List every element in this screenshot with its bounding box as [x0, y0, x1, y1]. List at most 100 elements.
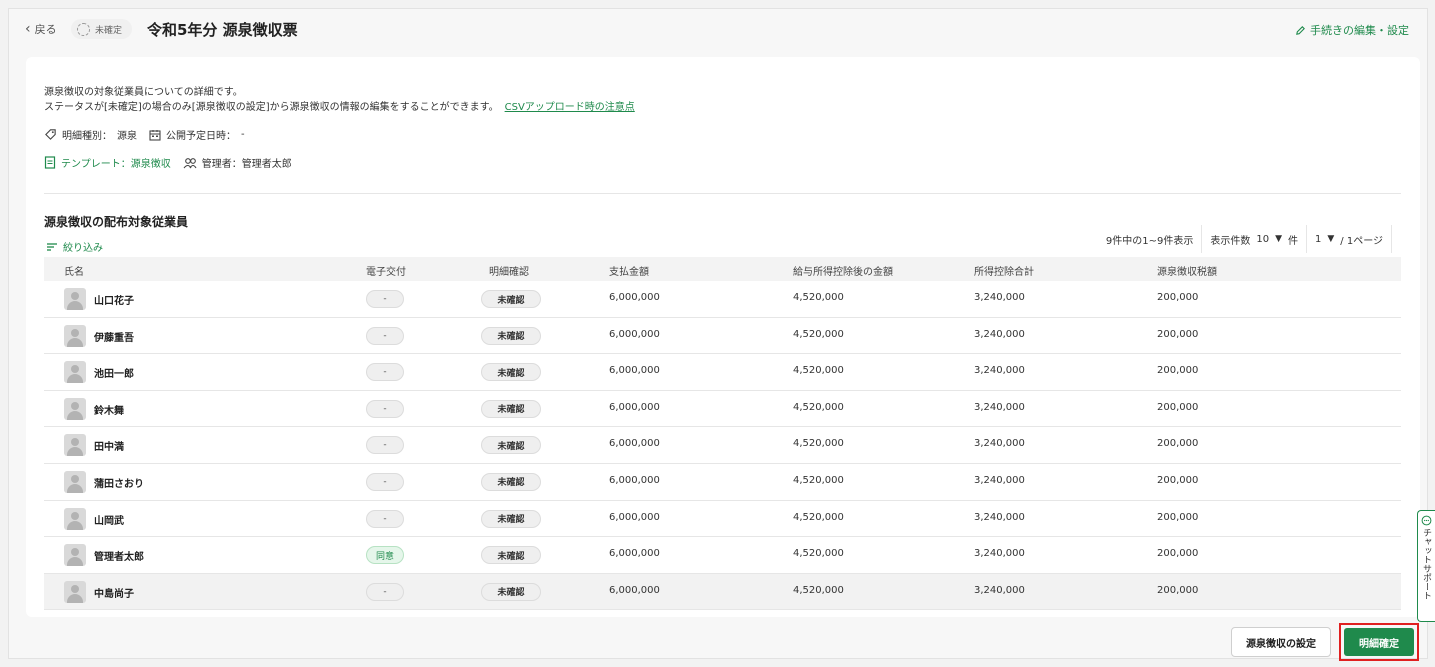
table-row[interactable]: 山口花子 - 未確認 6,000,000 4,520,000 3,240,000… — [44, 281, 1401, 318]
manager-label: 管理者：管理者太郎 — [201, 159, 292, 170]
confirm-highlight: 明細確定 — [1339, 623, 1419, 661]
table-row[interactable]: 蒲田さおり - 未確認 6,000,000 4,520,000 3,240,00… — [44, 464, 1401, 501]
deduction-total: 3,240,000 — [974, 438, 1025, 450]
pencil-icon — [1296, 25, 1305, 35]
confirm-badge: 未確認 — [481, 472, 541, 491]
back-button[interactable]: ‹ 戻る — [25, 21, 57, 37]
withholding-tax: 200,000 — [1157, 548, 1199, 560]
table-row[interactable]: 池田一郎 - 未確認 6,000,000 4,520,000 3,240,000… — [44, 354, 1401, 391]
chat-support-label: チャットサポート — [1421, 528, 1431, 600]
confirm-details-button[interactable]: 明細確定 — [1344, 628, 1414, 656]
table-row[interactable]: 伊藤重吾 - 未確認 6,000,000 4,520,000 3,240,000… — [44, 318, 1401, 355]
confirm-badge: 未確認 — [481, 546, 541, 565]
main-card: 源泉徴収の対象従業員についての詳細です。 ステータスが[未確定]の場合のみ[源泉… — [26, 57, 1420, 617]
table-row[interactable]: 田中満 - 未確認 6,000,000 4,520,000 3,240,000 … — [44, 427, 1401, 464]
employee-name: 山岡武 — [94, 515, 124, 527]
employee-name: 田中満 — [94, 442, 124, 454]
deduction-total: 3,240,000 — [974, 584, 1025, 596]
publish-schedule: 公開予定日時： - — [149, 127, 245, 142]
section-title: 源泉徴収の配布対象従業員 — [44, 215, 189, 229]
description-line-2-text: ステータスが[未確定]の場合のみ[源泉徴収の設定]から源泉徴収の情報の編集をする… — [44, 102, 499, 113]
withholding-tax: 200,000 — [1157, 401, 1199, 413]
description: 源泉徴収の対象従業員についての詳細です。 ステータスが[未確定]の場合のみ[源泉… — [44, 85, 635, 115]
delivery-badge: - — [366, 326, 404, 345]
table-row[interactable]: 山岡武 - 未確認 6,000,000 4,520,000 3,240,000 … — [44, 501, 1401, 538]
payment-amount: 6,000,000 — [609, 474, 660, 486]
confirm-badge: 未確認 — [481, 509, 541, 528]
calendar-icon — [149, 129, 161, 141]
delivery-badge: - — [366, 509, 404, 528]
col-name: 氏名 — [64, 267, 84, 278]
after-deduction-amount: 4,520,000 — [793, 548, 844, 560]
avatar — [64, 507, 86, 530]
table-row[interactable]: 管理者太郎 同意 未確認 6,000,000 4,520,000 3,240,0… — [44, 537, 1401, 574]
filter-icon — [47, 242, 57, 251]
withholding-settings-button[interactable]: 源泉徴収の設定 — [1231, 627, 1331, 657]
manager: 管理者：管理者太郎 — [183, 155, 292, 170]
filter-label: 絞り込み — [63, 243, 103, 254]
page-select[interactable]: 1 ▼ / 1ページ — [1305, 225, 1392, 253]
per-page-value: 10 — [1256, 233, 1270, 245]
meta-row-2: テンプレート：源泉徴収 管理者：管理者太郎 — [44, 155, 292, 170]
avatar — [64, 288, 86, 310]
footer-actions: 源泉徴収の設定 明細確定 — [1167, 619, 1427, 661]
table-row[interactable]: 中島尚子 - 未確認 6,000,000 4,520,000 3,240,000… — [44, 573, 1401, 611]
col-deduction-total: 所得控除合計 — [974, 267, 1034, 278]
deduction-total: 3,240,000 — [974, 474, 1025, 486]
page-value: 1 — [1314, 233, 1322, 245]
employee-name: 鈴木舞 — [94, 405, 124, 417]
withholding-tax: 200,000 — [1157, 365, 1199, 377]
divider — [44, 193, 1401, 194]
payment-amount: 6,000,000 — [609, 438, 660, 450]
delivery-badge: - — [366, 436, 404, 455]
delivery-badge: - — [366, 363, 404, 382]
pending-icon — [77, 22, 90, 36]
deduction-total: 3,240,000 — [974, 401, 1025, 413]
avatar — [64, 397, 86, 420]
payment-amount: 6,000,000 — [609, 584, 660, 596]
page-title: 令和5年分 源泉徴収票 — [147, 21, 298, 39]
avatar — [64, 580, 86, 603]
detail-type: 明細種別： 源泉 — [44, 127, 137, 142]
confirm-badge: 未確認 — [481, 290, 541, 308]
col-tax: 源泉徴収税額 — [1157, 267, 1217, 278]
confirm-badge: 未確認 — [481, 363, 541, 382]
employee-name: 中島尚子 — [94, 588, 134, 600]
status-badge-label: 未確定 — [95, 25, 123, 36]
delivery-badge: - — [366, 472, 404, 491]
confirm-badge: 未確認 — [481, 399, 541, 418]
chevron-left-icon: ‹ — [25, 21, 31, 37]
table-row[interactable]: 鈴木舞 - 未確認 6,000,000 4,520,000 3,240,000 … — [44, 391, 1401, 428]
table-header: 氏名 電子交付 明細確認 支払金額 給与所得控除後の金額 所得控除合計 源泉徴収… — [44, 257, 1401, 281]
publish-value: - — [241, 129, 245, 140]
per-page-select[interactable]: 表示件数 10 ▼ 件 — [1201, 225, 1306, 253]
after-deduction-amount: 4,520,000 — [793, 328, 844, 340]
description-line-1: 源泉徴収の対象従業員についての詳細です。 — [44, 87, 243, 98]
deduction-total: 3,240,000 — [974, 511, 1025, 523]
template-label: テンプレート：源泉徴収 — [61, 159, 171, 170]
back-label: 戻る — [34, 23, 57, 36]
employee-name: 蒲田さおり — [94, 478, 144, 490]
edit-procedure-link[interactable]: 手続きの編集・設定 — [1295, 22, 1409, 38]
col-confirm: 明細確認 — [489, 267, 529, 278]
after-deduction-amount: 4,520,000 — [793, 474, 844, 486]
pagination: 9件中の1~9件表示 表示件数 10 ▼ 件 1 ▼ / 1ページ — [1098, 225, 1392, 253]
page-suffix: / 1ページ — [1340, 235, 1383, 247]
withholding-tax: 200,000 — [1157, 584, 1199, 596]
withholding-tax: 200,000 — [1157, 328, 1199, 340]
publish-label: 公開予定日時： — [166, 131, 236, 142]
chat-support-tab[interactable]: チャットサポート — [1417, 510, 1435, 622]
csv-notes-link[interactable]: CSVアップロード時の注意点 — [505, 102, 635, 113]
avatar — [64, 361, 86, 384]
avatar — [64, 470, 86, 493]
document-icon — [44, 156, 56, 169]
after-deduction-amount: 4,520,000 — [793, 365, 844, 377]
col-after-deduction: 給与所得控除後の金額 — [793, 267, 893, 278]
delivery-badge: - — [366, 582, 404, 601]
filter-button[interactable]: 絞り込み — [46, 239, 103, 254]
description-line-2: ステータスが[未確定]の場合のみ[源泉徴収の設定]から源泉徴収の情報の編集をする… — [44, 100, 635, 115]
template-link[interactable]: テンプレート：源泉徴収 — [44, 155, 171, 170]
meta-row-1: 明細種別： 源泉 公開予定日時： - — [44, 127, 245, 142]
after-deduction-amount: 4,520,000 — [793, 292, 844, 303]
col-delivery: 電子交付 — [366, 267, 406, 278]
